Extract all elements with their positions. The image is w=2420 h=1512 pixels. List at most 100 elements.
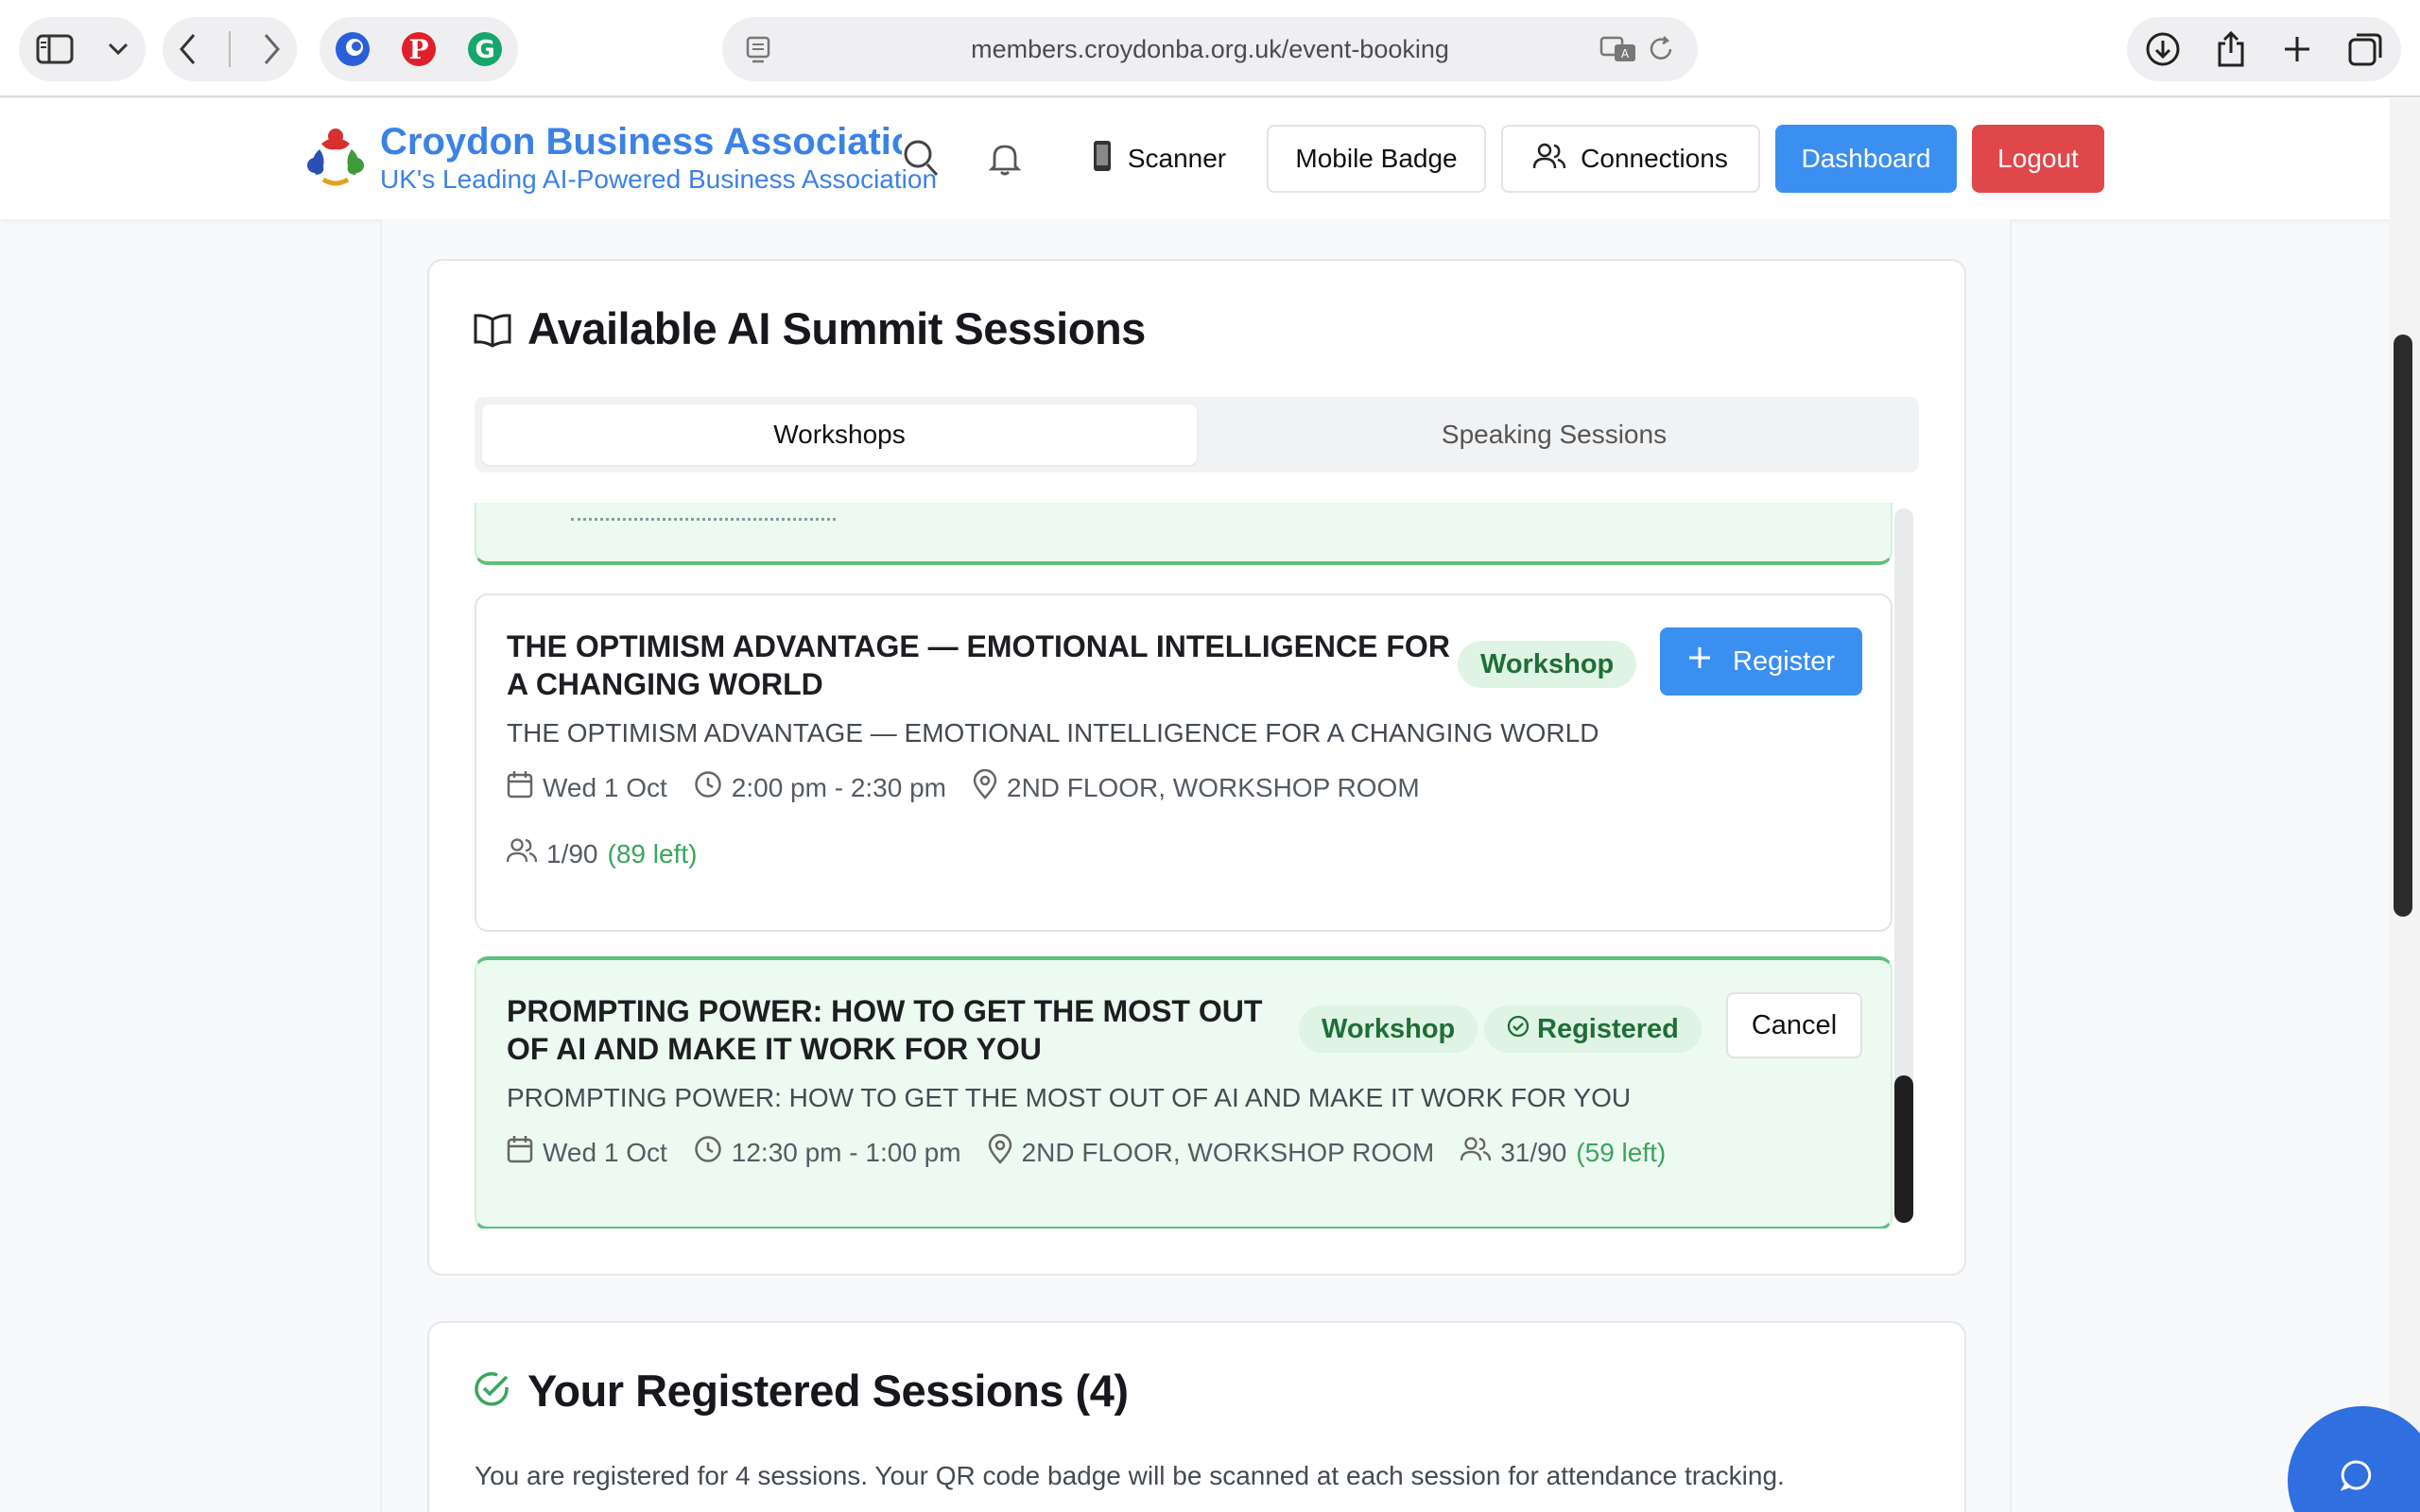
capacity-text: 1/90 [546, 838, 598, 868]
session-title-line: PROMPTING POWER: HOW TO GET THE MOST OUT [507, 994, 1263, 1028]
badge-label: Registered [1537, 1014, 1679, 1044]
search-icon[interactable] [902, 138, 940, 182]
dashboard-button[interactable]: Dashboard [1775, 125, 1957, 193]
brand-title[interactable]: Croydon Business Association [380, 121, 902, 163]
session-card-registered: PROMPTING POWER: HOW TO GET THE MOST OUT… [475, 956, 1893, 1228]
nav-divider [228, 31, 231, 67]
session-capacity: 1/90 (89 left) [506, 837, 723, 870]
time-text: 2:00 pm - 2:30 pm [731, 772, 946, 802]
session-title-line: THE OPTIMISM ADVANTAGE — EMOTIONAL INTEL… [507, 629, 1450, 663]
session-date: Wed 1 Oct [507, 770, 667, 805]
phone-icon [1092, 139, 1113, 180]
chat-icon [2340, 1459, 2373, 1496]
sidebar-toggle-group[interactable] [19, 17, 146, 81]
download-icon[interactable] [2145, 31, 2181, 67]
calendar-icon [507, 770, 533, 805]
plus-icon [1687, 645, 1712, 678]
scanner-button[interactable]: Scanner [1076, 125, 1242, 193]
date-text: Wed 1 Oct [543, 772, 667, 802]
cancel-label: Cancel [1751, 1009, 1838, 1040]
translate-icon[interactable]: A [1599, 35, 1637, 68]
connections-label: Connections [1581, 144, 1728, 173]
share-icon[interactable] [2216, 30, 2246, 68]
page-scroll-thumb[interactable] [2394, 335, 2412, 917]
truncated-text [571, 518, 836, 522]
session-meta: Wed 1 Oct 12:30 pm - 1:00 pm 2ND FLOOR, … [507, 1133, 1692, 1171]
site-header: Croydon Business Association UK's Leadin… [0, 98, 2390, 219]
back-icon[interactable] [179, 33, 198, 65]
address-bar-actions: A [1599, 35, 1675, 68]
spots-left-text: (89 left) [607, 838, 698, 868]
brand-subtitle: UK's Leading AI-Powered Business Associa… [380, 164, 938, 194]
badge-label: Workshop [1322, 1014, 1456, 1044]
reload-icon[interactable] [1647, 35, 1675, 68]
navigation-group [163, 17, 297, 81]
location-text: 2ND FLOOR, WORKSHOP ROOM [1021, 1137, 1435, 1167]
plus-icon[interactable] [2282, 34, 2312, 64]
session-date: Wed 1 Oct [507, 1135, 667, 1170]
cba-logo-icon[interactable] [302, 123, 369, 194]
register-button[interactable]: Register [1660, 627, 1862, 696]
workshop-badge: Workshop [1458, 641, 1637, 688]
browser-toolbar: P G members.croydonba.org.uk/event-booki… [0, 0, 2420, 97]
mobile-badge-button[interactable]: Mobile Badge [1267, 125, 1486, 193]
registered-badge: Registered [1484, 1005, 1702, 1053]
session-description: PROMPTING POWER: HOW TO GET THE MOST OUT… [507, 1083, 1632, 1112]
session-list[interactable]: THE OPTIMISM ADVANTAGE — EMOTIONAL INTEL… [475, 503, 1893, 1228]
svg-text:A: A [1621, 47, 1630, 60]
extension-blue-icon[interactable] [334, 30, 372, 68]
session-card-previous [475, 503, 1893, 565]
users-icon [1532, 142, 1566, 177]
address-bar[interactable]: members.croydonba.org.uk/event-booking A [722, 17, 1698, 81]
session-location: 2ND FLOOR, WORKSHOP ROOM [973, 768, 1420, 806]
forward-icon[interactable] [262, 33, 281, 65]
calendar-icon [507, 1135, 533, 1170]
users-icon [1461, 1136, 1492, 1169]
tabs-icon[interactable] [2347, 31, 2383, 67]
session-location: 2ND FLOOR, WORKSHOP ROOM [988, 1133, 1435, 1171]
chat-button[interactable] [2288, 1406, 2420, 1512]
svg-text:P: P [408, 34, 428, 65]
session-time: 2:00 pm - 2:30 pm [694, 770, 946, 805]
dashboard-label: Dashboard [1801, 144, 1931, 173]
session-title-line: OF AI AND MAKE IT WORK FOR YOU [507, 1032, 1042, 1066]
bell-icon[interactable] [988, 142, 1022, 180]
check-circle-icon [1507, 1005, 1530, 1053]
session-meta: Wed 1 Oct 2:00 pm - 2:30 pm 2ND FLOOR, W… [507, 768, 1446, 806]
register-label: Register [1733, 645, 1835, 677]
capacity-info: 31/90 (59 left) [1461, 1136, 1666, 1169]
tab-workshops[interactable]: Workshops [482, 404, 1197, 465]
cancel-button[interactable]: Cancel [1726, 992, 1862, 1058]
pinterest-icon[interactable]: P [400, 30, 438, 68]
browser-actions [2127, 17, 2401, 81]
chevron-down-icon[interactable] [108, 43, 129, 56]
workshop-badge: Workshop [1299, 1005, 1478, 1053]
available-sessions-title: Available AI Summit Sessions [527, 303, 1146, 353]
extensions-group: P G [320, 17, 518, 81]
connections-button[interactable]: Connections [1501, 125, 1760, 193]
logout-label: Logout [1997, 144, 2079, 173]
session-list-scroll-thumb[interactable] [1894, 1075, 1913, 1223]
session-type-tabs: Workshops Speaking Sessions [475, 397, 1919, 472]
map-pin-icon [988, 1133, 1012, 1171]
users-icon [506, 837, 538, 870]
grammarly-icon[interactable]: G [466, 30, 504, 68]
session-card: THE OPTIMISM ADVANTAGE — EMOTIONAL INTEL… [475, 593, 1893, 932]
spots-left-text: (59 left) [1576, 1137, 1667, 1167]
logout-button[interactable]: Logout [1972, 125, 2104, 193]
mobile-badge-label: Mobile Badge [1295, 144, 1458, 173]
clock-icon [694, 770, 722, 805]
location-text: 2ND FLOOR, WORKSHOP ROOM [1007, 772, 1420, 802]
date-text: Wed 1 Oct [543, 1137, 667, 1167]
session-title-line: A CHANGING WORLD [507, 667, 823, 701]
sidebar-icon[interactable] [36, 34, 74, 64]
clock-icon [694, 1135, 722, 1170]
registered-sessions-description: You are registered for 4 sessions. Your … [475, 1461, 1785, 1490]
book-icon [473, 312, 512, 352]
map-pin-icon [973, 768, 997, 806]
capacity-info: 1/90 (89 left) [506, 837, 698, 870]
url-text[interactable]: members.croydonba.org.uk/event-booking [722, 17, 1698, 81]
badge-label: Workshop [1480, 649, 1615, 679]
tab-speaking-sessions[interactable]: Speaking Sessions [1197, 404, 1911, 465]
check-circle-icon [473, 1370, 510, 1413]
